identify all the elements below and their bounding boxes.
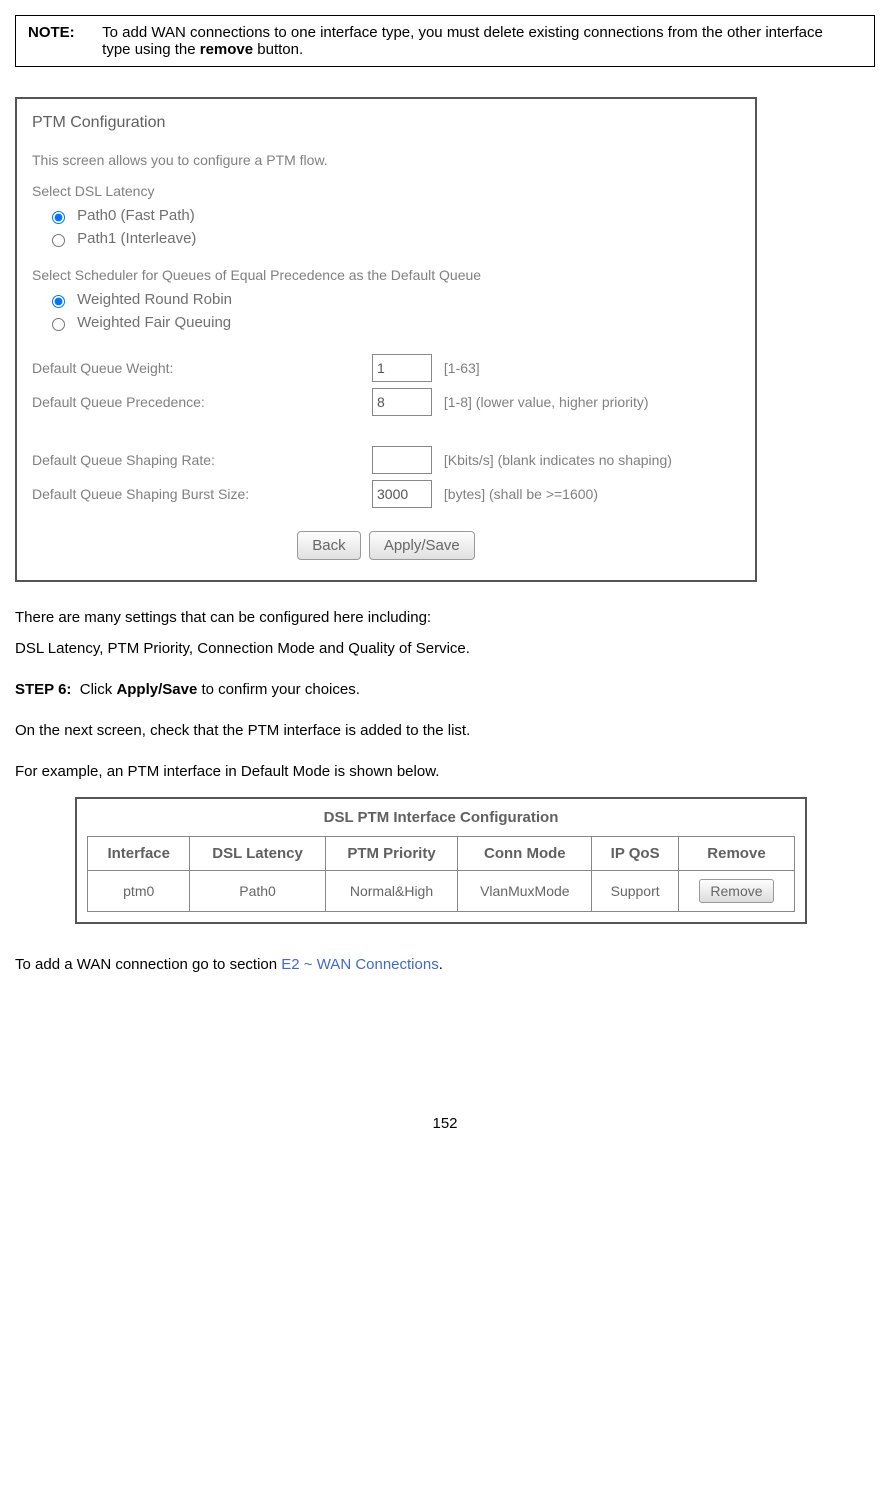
rate-label: Default Queue Shaping Rate: (32, 443, 372, 477)
radio-path0[interactable] (52, 211, 65, 224)
table-row: Default Queue Precedence: [1-8] (lower v… (32, 385, 672, 419)
button-row: Back Apply/Save (32, 531, 740, 560)
ptm-config-panel: PTM Configuration This screen allows you… (15, 97, 757, 582)
path0-label: Path0 (Fast Path) (77, 207, 195, 224)
radio-path1[interactable] (52, 234, 65, 247)
burst-label: Default Queue Shaping Burst Size: (32, 477, 372, 511)
step6-text-start: Click (80, 681, 117, 698)
td-interface: ptm0 (88, 871, 190, 912)
dsl-table-container: DSL PTM Interface Configuration Interfac… (75, 797, 807, 924)
prec-hint: [1-8] (lower value, higher priority) (444, 394, 649, 410)
th-mode: Conn Mode (458, 837, 592, 871)
radio-wrr-row: Weighted Round Robin (47, 291, 740, 308)
td-mode: VlanMuxMode (458, 871, 592, 912)
remove-button[interactable]: Remove (699, 879, 773, 903)
ptm-inner: PTM Configuration This screen allows you… (17, 99, 757, 580)
th-latency: DSL Latency (190, 837, 325, 871)
step6-bold: Apply/Save (116, 681, 197, 698)
note-box: NOTE: To add WAN connections to one inte… (15, 15, 875, 67)
burst-hint: [bytes] (shall be >=1600) (444, 486, 598, 502)
dsl-table-title: DSL PTM Interface Configuration (87, 809, 795, 826)
wfq-label: Weighted Fair Queuing (77, 314, 231, 331)
td-remove: Remove (678, 871, 794, 912)
prec-input[interactable] (372, 388, 432, 416)
th-priority: PTM Priority (325, 837, 458, 871)
ptm-desc: This screen allows you to configure a PT… (32, 152, 740, 168)
latency-label: Select DSL Latency (32, 183, 740, 199)
radio-wrr[interactable] (52, 295, 65, 308)
dsl-table: Interface DSL Latency PTM Priority Conn … (87, 836, 795, 912)
final-start: To add a WAN connection go to section (15, 956, 281, 973)
step6: STEP 6: Click Apply/Save to confirm your… (15, 679, 875, 700)
note-text: To add WAN connections to one interface … (102, 24, 842, 58)
th-interface: Interface (88, 837, 190, 871)
table-row: Default Queue Weight: [1-63] (32, 351, 672, 385)
radio-wfq[interactable] (52, 318, 65, 331)
para3: On the next screen, check that the PTM i… (15, 720, 875, 741)
table-row: Default Queue Shaping Rate: [Kbits/s] (b… (32, 443, 672, 477)
weight-input[interactable] (372, 354, 432, 382)
rate-hint: [Kbits/s] (blank indicates no shaping) (444, 452, 672, 468)
dsl-table-inner: DSL PTM Interface Configuration Interfac… (77, 799, 807, 922)
note-bold: remove (200, 41, 253, 58)
para1: There are many settings that can be conf… (15, 607, 875, 628)
para2: DSL Latency, PTM Priority, Connection Mo… (15, 638, 875, 659)
th-remove: Remove (678, 837, 794, 871)
table-row: Default Queue Shaping Burst Size: [bytes… (32, 477, 672, 511)
step6-label: STEP 6: (15, 681, 71, 698)
weight-hint: [1-63] (444, 360, 480, 376)
note-label: NOTE: (28, 24, 98, 41)
radio-wfq-row: Weighted Fair Queuing (47, 314, 740, 331)
scheduler-label: Select Scheduler for Queues of Equal Pre… (32, 267, 740, 283)
final-end: . (439, 956, 443, 973)
rate-input[interactable] (372, 446, 432, 474)
radio-path0-row: Path0 (Fast Path) (47, 207, 740, 224)
td-priority: Normal&High (325, 871, 458, 912)
para4: For example, an PTM interface in Default… (15, 761, 875, 782)
wrr-label: Weighted Round Robin (77, 291, 232, 308)
step6-text-end: to confirm your choices. (197, 681, 360, 698)
apply-save-button[interactable]: Apply/Save (369, 531, 475, 560)
final-text: To add a WAN connection go to section E2… (15, 954, 875, 975)
page-number: 152 (15, 1115, 875, 1132)
td-qos: Support (592, 871, 679, 912)
weight-label: Default Queue Weight: (32, 351, 372, 385)
table-header-row: Interface DSL Latency PTM Priority Conn … (88, 837, 795, 871)
ptm-title: PTM Configuration (32, 114, 740, 132)
td-latency: Path0 (190, 871, 325, 912)
wan-connections-link[interactable]: E2 ~ WAN Connections (281, 956, 438, 973)
burst-input[interactable] (372, 480, 432, 508)
note-text-end: button. (253, 41, 303, 58)
radio-path1-row: Path1 (Interleave) (47, 230, 740, 247)
fields-table: Default Queue Weight: [1-63] Default Que… (32, 351, 672, 511)
prec-label: Default Queue Precedence: (32, 385, 372, 419)
th-qos: IP QoS (592, 837, 679, 871)
back-button[interactable]: Back (297, 531, 360, 560)
table-row: ptm0 Path0 Normal&High VlanMuxMode Suppo… (88, 871, 795, 912)
path1-label: Path1 (Interleave) (77, 230, 196, 247)
